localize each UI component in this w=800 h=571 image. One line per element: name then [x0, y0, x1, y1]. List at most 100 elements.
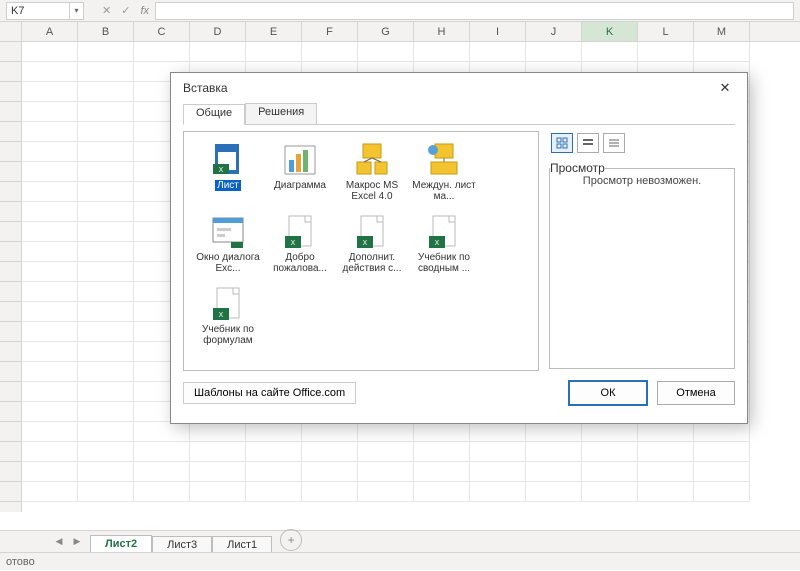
cell[interactable]	[414, 442, 470, 462]
row-header[interactable]	[0, 242, 21, 262]
cell[interactable]	[22, 122, 78, 142]
cell[interactable]	[78, 222, 134, 242]
cell[interactable]	[78, 262, 134, 282]
cell[interactable]	[246, 42, 302, 62]
cell[interactable]	[78, 162, 134, 182]
formula-input[interactable]	[155, 2, 794, 20]
cell[interactable]	[22, 162, 78, 182]
cell[interactable]	[414, 42, 470, 62]
cell[interactable]	[302, 442, 358, 462]
cell[interactable]	[78, 402, 134, 422]
template-item[interactable]: XУчебник по сводным ...	[408, 212, 480, 284]
cell[interactable]	[190, 422, 246, 442]
cell[interactable]	[190, 42, 246, 62]
template-item[interactable]: Окно диалога Exc...	[192, 212, 264, 284]
column-header[interactable]: J	[526, 22, 582, 41]
large-icons-view-button[interactable]	[551, 133, 573, 153]
cell[interactable]	[78, 42, 134, 62]
cell[interactable]	[134, 442, 190, 462]
column-header[interactable]: B	[78, 22, 134, 41]
cell[interactable]	[694, 462, 750, 482]
cell[interactable]	[78, 362, 134, 382]
row-header[interactable]	[0, 102, 21, 122]
cell[interactable]	[358, 442, 414, 462]
cell[interactable]	[526, 422, 582, 442]
column-header[interactable]: G	[358, 22, 414, 41]
cell[interactable]	[78, 282, 134, 302]
cell[interactable]	[358, 482, 414, 502]
list-view-button[interactable]	[577, 133, 599, 153]
row-header[interactable]	[0, 482, 21, 502]
cell[interactable]	[78, 302, 134, 322]
cell[interactable]	[582, 482, 638, 502]
cell[interactable]	[78, 142, 134, 162]
cell[interactable]	[470, 442, 526, 462]
row-header[interactable]	[0, 62, 21, 82]
cell[interactable]	[22, 302, 78, 322]
name-box[interactable]: K7	[6, 2, 70, 20]
sheet-tab[interactable]: Лист3	[152, 536, 212, 553]
cell[interactable]	[302, 462, 358, 482]
cell[interactable]	[246, 462, 302, 482]
cell[interactable]	[22, 322, 78, 342]
cell[interactable]	[22, 262, 78, 282]
cell[interactable]	[246, 482, 302, 502]
select-all-corner[interactable]	[0, 22, 22, 41]
cell[interactable]	[694, 482, 750, 502]
cell[interactable]	[470, 422, 526, 442]
column-header[interactable]: H	[414, 22, 470, 41]
cell[interactable]	[134, 422, 190, 442]
column-header[interactable]: D	[190, 22, 246, 41]
cell[interactable]	[78, 242, 134, 262]
fx-icon[interactable]: fx	[140, 5, 149, 17]
row-header[interactable]	[0, 202, 21, 222]
cell[interactable]	[694, 422, 750, 442]
tab-solutions[interactable]: Решения	[245, 103, 317, 124]
cell[interactable]	[22, 382, 78, 402]
template-item[interactable]: XУчебник по формулам	[192, 284, 264, 356]
cell[interactable]	[22, 342, 78, 362]
cell[interactable]	[526, 462, 582, 482]
cell[interactable]	[526, 482, 582, 502]
sheet-tab[interactable]: Лист1	[212, 536, 272, 553]
row-header[interactable]	[0, 182, 21, 202]
cell[interactable]	[638, 422, 694, 442]
cell[interactable]	[638, 442, 694, 462]
cell[interactable]	[22, 402, 78, 422]
cell[interactable]	[190, 482, 246, 502]
row-header[interactable]	[0, 122, 21, 142]
row-header[interactable]	[0, 402, 21, 422]
sheet-tab[interactable]: Лист2	[90, 535, 152, 553]
template-item[interactable]: XЛист	[192, 140, 264, 212]
tab-general[interactable]: Общие	[183, 104, 245, 125]
cell[interactable]	[22, 222, 78, 242]
cell[interactable]	[22, 102, 78, 122]
cell[interactable]	[22, 62, 78, 82]
cell[interactable]	[22, 442, 78, 462]
cell[interactable]	[134, 482, 190, 502]
cell[interactable]	[582, 422, 638, 442]
cell[interactable]	[78, 182, 134, 202]
cell[interactable]	[78, 382, 134, 402]
cell[interactable]	[78, 422, 134, 442]
cell[interactable]	[414, 462, 470, 482]
cell[interactable]	[190, 462, 246, 482]
row-header[interactable]	[0, 142, 21, 162]
column-header[interactable]: C	[134, 22, 190, 41]
cell[interactable]	[78, 82, 134, 102]
name-box-dropdown[interactable]: ▾	[70, 2, 84, 20]
row-header[interactable]	[0, 282, 21, 302]
cell[interactable]	[22, 422, 78, 442]
enter-formula-icon[interactable]: ✓	[121, 4, 130, 17]
row-header[interactable]	[0, 382, 21, 402]
row-header[interactable]	[0, 322, 21, 342]
cell[interactable]	[582, 442, 638, 462]
cell[interactable]	[78, 122, 134, 142]
cell[interactable]	[78, 202, 134, 222]
row-header[interactable]	[0, 442, 21, 462]
column-header[interactable]: L	[638, 22, 694, 41]
cell[interactable]	[246, 442, 302, 462]
row-header[interactable]	[0, 342, 21, 362]
template-list[interactable]: XЛистДиаграммаМакрос MS Excel 4.0Междун.…	[183, 131, 539, 371]
cell[interactable]	[78, 322, 134, 342]
